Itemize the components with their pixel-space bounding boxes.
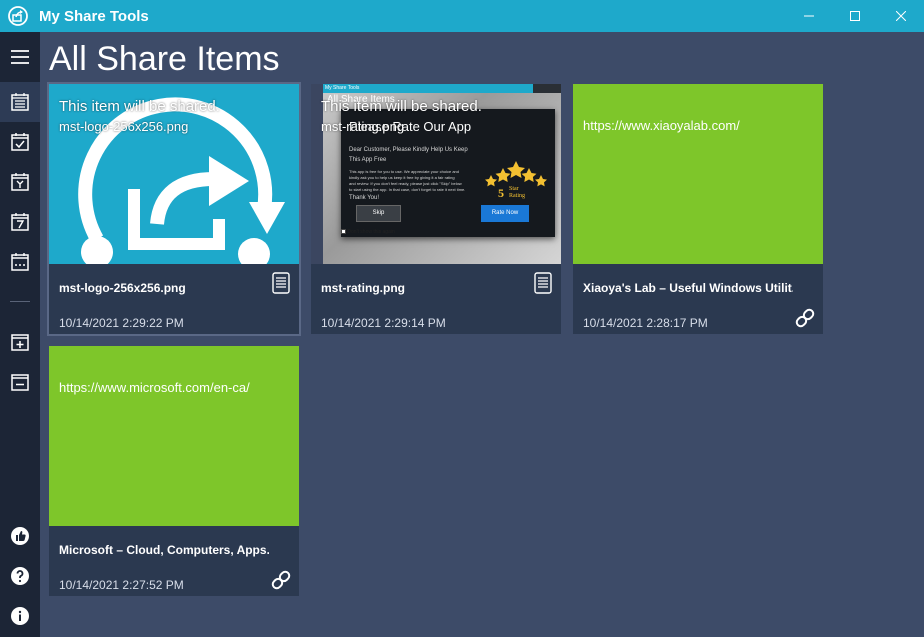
dialog-text: This App Free	[349, 157, 387, 163]
badge-star-text: Star	[509, 186, 519, 192]
badge-rating-text: Rating	[509, 193, 525, 199]
card-date: 10/14/2021 2:27:52 PM	[59, 578, 184, 592]
share-item-card[interactable]: https://www.xiaoyalab.com/ Xiaoya's Lab …	[573, 84, 823, 334]
card-name: mst-logo-256x256.png	[59, 281, 186, 295]
card-date: 10/14/2021 2:28:17 PM	[583, 316, 708, 330]
overlay-title: This item will be shared.	[59, 98, 220, 115]
card-name: Xiaoya's Lab – Useful Windows Utilit...	[583, 281, 793, 295]
all-items-icon	[11, 93, 29, 111]
card-name: Microsoft – Cloud, Computers, Apps...	[59, 543, 269, 557]
sidebar	[0, 32, 40, 637]
card-name: mst-rating.png	[321, 281, 405, 295]
card-thumbnail: https://www.microsoft.com/en-ca/	[49, 346, 299, 526]
document-icon	[534, 272, 552, 294]
maximize-icon	[850, 11, 860, 21]
dialog-skip-button: Skip	[356, 205, 401, 222]
dialog-text: This app is free for you to use. We appr…	[349, 169, 459, 174]
document-icon	[272, 272, 290, 294]
badge-number: 5	[498, 186, 504, 200]
mock-window-title: My Share Tools	[325, 85, 360, 91]
five-star-rating-badge: 5 Star Rating	[485, 161, 547, 200]
like-icon	[11, 527, 29, 545]
year-icon	[11, 173, 29, 191]
app-logo-icon	[8, 6, 28, 26]
remove-item-button[interactable]	[0, 362, 40, 402]
link-icon	[795, 308, 815, 328]
close-icon	[896, 11, 906, 21]
dont-show-label: Don't show this again	[347, 229, 395, 235]
help-icon	[11, 567, 29, 585]
overlay-filename: mst-rating.png	[321, 119, 405, 134]
page-title: All Share Items	[49, 40, 280, 78]
remove-icon	[11, 374, 29, 391]
title-bar: My Share Tools	[0, 0, 924, 32]
card-info: Microsoft – Cloud, Computers, Apps... 10…	[49, 526, 299, 596]
app-title: My Share Tools	[39, 7, 149, 25]
card-date: 10/14/2021 2:29:22 PM	[59, 316, 184, 330]
dialog-text: kindly ask you to help us keep it free b…	[349, 175, 455, 180]
help-button[interactable]	[0, 556, 40, 596]
rate-app-button[interactable]	[0, 516, 40, 556]
card-info: mst-rating.png 10/14/2021 2:29:14 PM	[311, 264, 561, 334]
dialog-text: Dear Customer, Please Kindly Help Us Kee…	[349, 147, 468, 153]
minimize-icon	[804, 15, 814, 17]
overlay-url: https://www.microsoft.com/en-ca/	[59, 380, 250, 395]
close-button[interactable]	[878, 0, 924, 32]
info-icon	[11, 607, 29, 625]
share-item-card[interactable]: This item will be shared. mst-logo-256x2…	[47, 82, 301, 336]
window-controls	[786, 0, 924, 32]
add-icon	[11, 334, 29, 351]
nav-all-items[interactable]	[0, 82, 40, 122]
link-icon	[271, 570, 291, 590]
today-icon	[11, 133, 29, 151]
overlay-filename: mst-logo-256x256.png	[59, 119, 189, 134]
dont-show-checkbox: Don't show this again	[341, 229, 395, 235]
nav-year[interactable]	[0, 162, 40, 202]
card-info: mst-logo-256x256.png 10/14/2021 2:29:22 …	[49, 264, 299, 334]
week-icon	[11, 213, 29, 231]
add-item-button[interactable]	[0, 322, 40, 362]
more-dates-icon	[11, 253, 29, 271]
card-thumbnail: https://www.xiaoyalab.com/	[573, 84, 823, 264]
card-date: 10/14/2021 2:29:14 PM	[321, 316, 446, 330]
nav-more-dates[interactable]	[0, 242, 40, 282]
card-thumbnail: My Share Tools All Share Items Please Ra…	[311, 84, 561, 264]
menu-icon	[11, 50, 29, 64]
minimize-button[interactable]	[786, 0, 832, 32]
maximize-button[interactable]	[832, 0, 878, 32]
hamburger-button[interactable]	[0, 37, 40, 77]
card-thumbnail: This item will be shared. mst-logo-256x2…	[49, 84, 299, 264]
share-item-card[interactable]: My Share Tools All Share Items Please Ra…	[311, 84, 561, 334]
dialog-rate-button: Rate Now	[481, 205, 529, 222]
screenshot-titlebar: My Share Tools	[311, 84, 533, 93]
dialog-text: to start using the app. In that case, do…	[349, 187, 466, 192]
dialog-text: and review. If you don't feel ready, ple…	[349, 181, 462, 186]
share-item-card[interactable]: https://www.microsoft.com/en-ca/ Microso…	[49, 346, 299, 596]
dialog-thanks: Thank You!	[349, 195, 380, 201]
nav-week[interactable]	[0, 202, 40, 242]
overlay-url: https://www.xiaoyalab.com/	[583, 118, 740, 133]
overlay-title: This item will be shared.	[321, 98, 482, 115]
card-info: Xiaoya's Lab – Useful Windows Utilit... …	[573, 264, 823, 334]
nav-today[interactable]	[0, 122, 40, 162]
about-button[interactable]	[0, 596, 40, 636]
sidebar-divider	[10, 301, 30, 302]
